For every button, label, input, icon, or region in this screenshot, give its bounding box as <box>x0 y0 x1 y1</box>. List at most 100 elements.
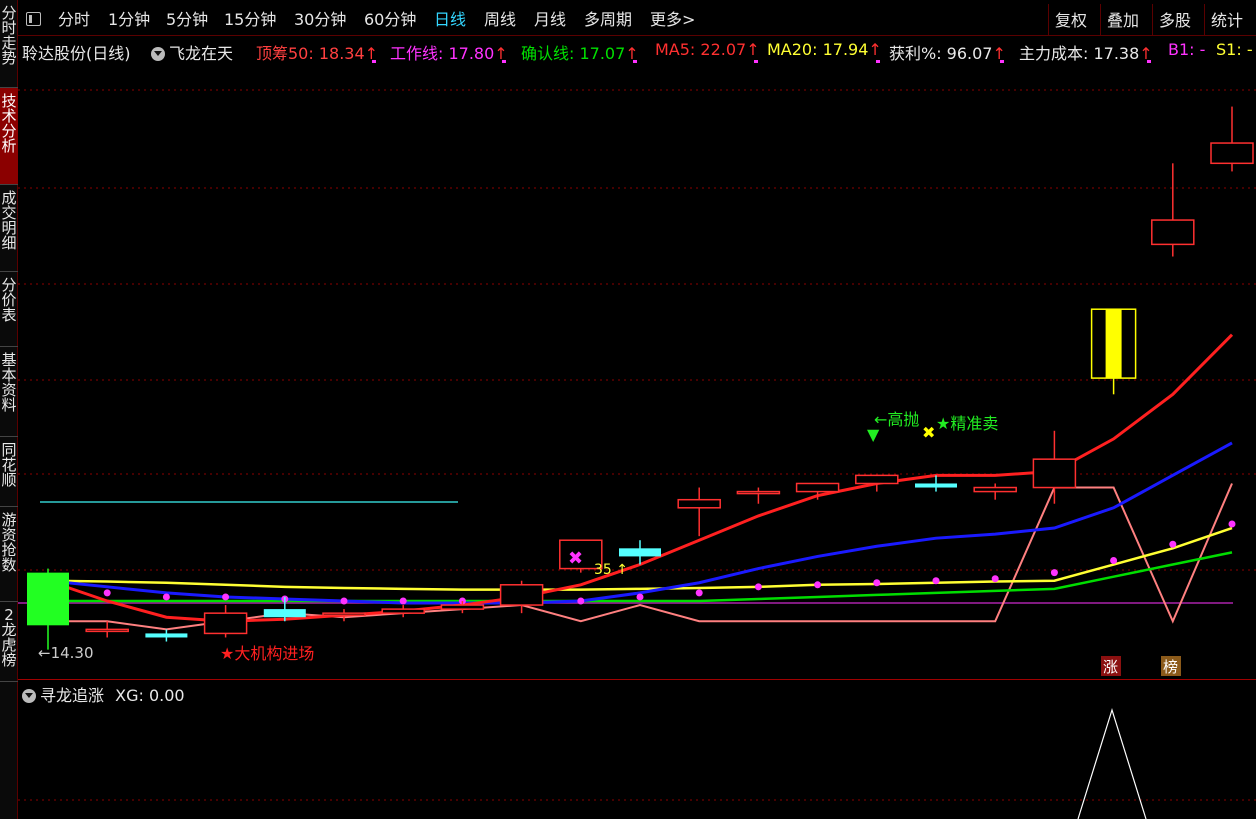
period-tab-7[interactable]: 周线 <box>484 0 516 36</box>
indicator-dot <box>399 597 407 605</box>
period-tab-10[interactable]: 更多> <box>650 0 695 36</box>
candle-body <box>973 486 1017 493</box>
indicator-dot <box>103 589 111 597</box>
indicator-dot <box>1110 556 1118 564</box>
precise-sell-label: ★精准卖 <box>936 414 998 433</box>
indicator-dot <box>222 593 230 601</box>
sidebar-item-2[interactable]: 成交明细 <box>0 185 18 272</box>
stock-title[interactable]: 聆达股份(日线) <box>22 40 131 63</box>
cross-marker-icon: ✖ <box>922 423 935 442</box>
indicator-dot <box>932 577 940 585</box>
indicator-dot <box>1050 569 1058 577</box>
sidebar-item-4[interactable]: 基本资料 <box>0 347 18 437</box>
indicator-dot <box>577 597 585 605</box>
indicator-dot <box>1228 520 1236 528</box>
xg-signal-line <box>1077 707 1147 819</box>
indicator-value-7: B1: - <box>1168 40 1205 59</box>
candle-body <box>736 490 781 495</box>
period-tab-1[interactable]: 1分钟 <box>108 0 150 36</box>
sub-chart-divider <box>18 679 1256 680</box>
candle-body <box>795 482 840 493</box>
formula-dropdown[interactable]: 飞龙在天 <box>151 40 233 63</box>
indicator-value-8: S1: - <box>1216 40 1253 59</box>
sidebar: 分时走势 技术分析 成交明细 分价表 基本资料 同花顺 游资抢数 2龙虎榜 <box>0 0 18 819</box>
indicator-dot <box>636 593 644 601</box>
formula-name: 飞龙在天 <box>169 44 234 63</box>
toolbar-right-button-1[interactable]: 叠加 <box>1100 4 1145 35</box>
candle-body <box>381 608 425 614</box>
up-arrow-icon: ↑ <box>868 40 882 59</box>
sidebar-item-3[interactable]: 分价表 <box>0 272 18 347</box>
indicator-dot <box>340 597 348 605</box>
candle-body <box>263 609 306 618</box>
indicator-value-1: 工作线: 17.80↑ <box>390 40 508 63</box>
indicator-label: 确认线: 17.07 <box>521 44 626 63</box>
mid-price-label: 35 ↑ <box>594 562 628 578</box>
toolbar-right-button-0[interactable]: 复权 <box>1048 4 1093 35</box>
institution-entry-label: ★大机构进场 <box>220 644 314 663</box>
candle-body <box>915 483 957 488</box>
candle-body <box>85 628 129 633</box>
candle-body <box>677 498 721 509</box>
period-tab-8[interactable]: 月线 <box>534 0 566 36</box>
indicator-dot <box>873 579 881 587</box>
indicator-label: B1: - <box>1168 40 1206 59</box>
sidebar-item-5[interactable]: 同花顺 <box>0 437 18 507</box>
indicator-value-2: 确认线: 17.07↑ <box>521 40 639 63</box>
period-tab-9[interactable]: 多周期 <box>584 0 632 36</box>
candle-body <box>203 612 248 635</box>
sidebar-item-6[interactable]: 游资抢数 <box>0 507 18 602</box>
period-tab-2[interactable]: 5分钟 <box>166 0 208 36</box>
candle-body <box>145 633 188 638</box>
indicator-label: 顶筹50: 18.34 <box>256 44 365 63</box>
toolbar-right-button-3[interactable]: 统计 <box>1204 4 1249 35</box>
sidebar-item-0[interactable]: 分时走势 <box>0 0 18 88</box>
candle-body <box>440 604 485 610</box>
indicator-value-4: MA20: 17.94↑ <box>767 40 882 63</box>
sidebar-item-1[interactable]: 技术分析 <box>0 88 18 185</box>
indicator-info-line: 聆达股份(日线) 飞龙在天 顶筹50: 18.34↑ 工作线: 17.80↑ 确认线… <box>18 37 1256 63</box>
dragon-tiger-badge: 榜 <box>1163 658 1178 676</box>
period-tab-4[interactable]: 30分钟 <box>294 0 346 36</box>
indicator-label: 获利%: 96.07 <box>889 44 993 63</box>
indicator-label: 主力成本: 17.38 <box>1019 44 1140 63</box>
indicator-label: S1: - <box>1216 40 1253 59</box>
candle-body <box>1032 458 1077 489</box>
low-price-label: ←14.30 <box>38 644 94 662</box>
candle-body <box>619 548 661 557</box>
indicator-value-0: 顶筹50: 18.34↑ <box>256 40 378 63</box>
period-tab-6[interactable]: 日线 <box>434 0 466 36</box>
indicator-dot <box>991 575 999 583</box>
indicator-value-5: 获利%: 96.07↑ <box>889 40 1006 63</box>
dropdown-icon[interactable] <box>151 47 165 61</box>
indicator-label: 工作线: 17.80 <box>390 44 495 63</box>
period-tab-5[interactable]: 60分钟 <box>364 0 416 36</box>
toolbar-right-button-2[interactable]: 多股 <box>1152 4 1197 35</box>
candle-body-fill <box>1105 309 1122 379</box>
high-throw-label: ←高抛 <box>874 410 919 429</box>
indicator-dot <box>1169 540 1177 548</box>
candle-body <box>1210 142 1254 165</box>
toolbar: 分时 1分钟 5分钟 15分钟 30分钟 60分钟 日线 周线 月线 多周期 更多> 复权 叠加 多股 统计 <box>18 0 1256 36</box>
down-arrow-icon: ▼ <box>867 425 880 444</box>
candle-body <box>322 612 366 616</box>
indicator-dot <box>814 581 822 589</box>
indicator-dot <box>754 583 762 591</box>
indicator-value-3: MA5: 22.07↑ <box>655 40 760 63</box>
period-tab-3[interactable]: 15分钟 <box>224 0 276 36</box>
sub-chart[interactable] <box>18 700 1256 819</box>
candle-body <box>499 584 544 606</box>
candle-body <box>27 572 69 626</box>
candle-body <box>1151 219 1195 246</box>
cross-marker-icon: ✖ <box>568 548 583 569</box>
main-chart[interactable]: ←14.30 ★大机构进场 ←高抛 ★精准卖 35 ↑ ✖ ✖ ▼ 涨 榜 <box>18 62 1256 678</box>
hide-panel-icon[interactable] <box>26 12 41 26</box>
period-tab-0[interactable]: 分时 <box>58 0 90 36</box>
indicator-label: MA20: 17.94 <box>767 40 869 59</box>
indicator-dot <box>695 589 703 597</box>
indicator-label: MA5: 22.07 <box>655 40 747 59</box>
limit-up-badge: 涨 <box>1103 658 1118 676</box>
indicator-dot <box>162 593 170 601</box>
indicator-value-6: 主力成本: 17.38↑ <box>1019 40 1153 63</box>
sidebar-item-7[interactable]: 2龙虎榜 <box>0 602 18 682</box>
